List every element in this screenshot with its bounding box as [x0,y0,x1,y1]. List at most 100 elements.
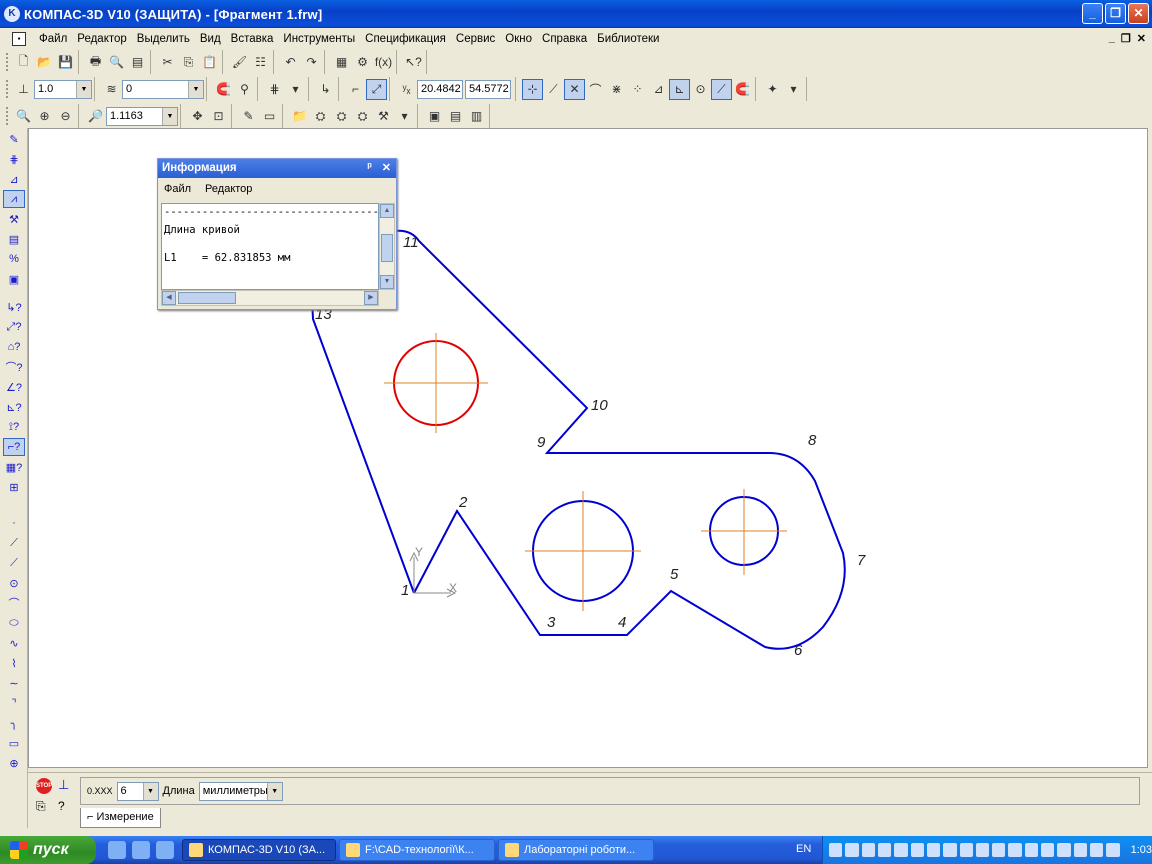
preview-icon[interactable]: ▤ [127,52,148,73]
spec-panel-icon[interactable]: ▣ [3,270,25,288]
tray-app15-icon[interactable] [1090,843,1104,857]
chevron-down-icon[interactable]: ▼ [188,80,203,98]
auto-create-icon[interactable]: ⊥ [58,777,69,793]
quicklaunch-browser-icon[interactable] [132,841,150,859]
tray-app-icon[interactable] [845,843,859,857]
chevron-down-icon[interactable]: ▾ [285,79,306,100]
tray-app13-icon[interactable] [1041,843,1055,857]
tray-app3-icon[interactable] [877,843,892,857]
auxiliary-line-icon[interactable]: ⟋ [3,534,25,552]
menu-libraries[interactable]: Библиотеки [592,33,664,45]
zoom-combo[interactable]: 1.1163 ▼ [106,106,178,126]
export-icon[interactable]: ▥ [466,106,487,127]
grid-icon[interactable]: ⋕ [264,79,285,100]
rectangle-icon[interactable]: ▭ [3,734,25,752]
vertical-scrollbar[interactable]: ▲ ▼ [379,203,395,290]
tray-app2-icon[interactable] [861,843,875,857]
measure-panel-icon[interactable]: ⩘ [3,190,25,208]
zoom-in-icon[interactable]: ⊕ [34,106,55,127]
clock[interactable]: 1:03 [1131,844,1152,856]
tray-app11-icon[interactable] [1008,843,1022,857]
mdi-close-button[interactable]: ✕ [1137,32,1146,45]
start-button[interactable]: пуск [0,836,96,864]
measure-length-icon[interactable]: ⟟? [3,418,25,436]
menu-specification[interactable]: Спецификация [360,33,451,45]
zoom-scale-icon[interactable]: 🔎 [85,106,106,127]
properties-icon[interactable]: ☷ [250,52,271,73]
info-menu-file[interactable]: Файл [164,183,191,195]
tray-network-icon[interactable] [829,843,843,857]
save-icon[interactable]: 💾 [55,52,76,73]
menu-insert[interactable]: Вставка [226,33,279,45]
tray-app14-icon[interactable] [1057,843,1071,857]
stop-icon[interactable]: STOP [36,778,52,794]
layers-icon[interactable]: ≋ [101,79,122,100]
tray-app12-icon[interactable] [1024,843,1039,857]
settings-icon[interactable]: ⚒ [373,106,394,127]
new-document-icon[interactable]: 🗋 [13,52,34,73]
manager-icon[interactable]: ▦ [331,52,352,73]
layer-manager-icon[interactable]: ⛭ [331,106,352,127]
snap-normal-icon[interactable]: ⊾ [669,78,690,100]
language-indicator[interactable]: EN [796,843,811,855]
info-close-icon[interactable]: ✕ [382,161,391,174]
fillet-icon[interactable]: ╮ [3,714,25,732]
snap-line-icon[interactable]: ⟋ [711,78,732,100]
copy-props-icon[interactable]: ⎘ [36,799,46,814]
tray-app6-icon[interactable] [926,843,941,857]
chevron-down-icon[interactable]: ▾ [783,79,804,100]
magnet-settings-icon[interactable]: ⚲ [234,79,255,100]
snap-tangent-icon[interactable]: ⌒ [585,79,606,100]
show-all-icon[interactable]: ▭ [259,106,280,127]
format-painter-icon[interactable]: 🖌 [229,52,250,73]
grid-panel-icon[interactable]: ⋕ [3,150,25,168]
vertical-scroll-thumb[interactable] [381,234,393,262]
refresh-icon[interactable]: ✎ [238,106,259,127]
redo-icon[interactable]: ↷ [301,52,322,73]
snap-point-icon[interactable]: ⊹ [522,78,543,100]
snap-intersection-icon[interactable]: ✕ [564,78,585,100]
snap-angle-icon[interactable]: ⊿ [648,79,669,100]
menu-tools[interactable]: Инструменты [278,33,360,45]
snap-grid-icon[interactable]: ⁘ [627,79,648,100]
print-preview-icon[interactable]: 🔍 [106,52,127,73]
spline-icon[interactable]: ∿ [3,634,25,652]
library-icon[interactable]: ⚙ [352,52,373,73]
arc-icon[interactable]: ⌒ [3,594,25,612]
paste-icon[interactable]: 📋 [199,52,220,73]
print-icon[interactable]: 🖶 [85,52,106,73]
snap-toggle-icon[interactable]: ⤢ [366,78,387,100]
chevron-down-icon[interactable]: ▾ [394,106,415,127]
tray-app5-icon[interactable] [910,843,924,857]
undo-icon[interactable]: ↶ [280,52,301,73]
step-icon[interactable]: ⊥ [13,79,34,100]
snap-center-icon[interactable]: ⊙ [690,79,711,100]
horizontal-scrollbar[interactable]: ◀ ▶ [161,290,379,306]
menu-editor[interactable]: Редактор [72,33,132,45]
variables-icon[interactable]: f(x) [373,52,394,73]
task-folder[interactable]: F:\CAD-технології\К... [339,839,495,861]
menu-select[interactable]: Выделить [132,33,195,45]
menu-service[interactable]: Сервис [451,33,500,45]
ortho-icon[interactable]: ⌐ [345,79,366,100]
measure-curve-length-icon[interactable]: ⌐? [3,438,25,456]
minimize-button[interactable]: _ [1082,3,1103,24]
edit-panel-icon[interactable]: ⚒ [3,210,25,228]
precision-combo[interactable]: 6 ▼ [116,781,159,801]
open-folder-icon[interactable]: 📂 [34,52,55,73]
snap-magnet-icon[interactable]: 🧲 [732,79,753,100]
mdi-restore-button[interactable]: ❐ [1121,32,1131,45]
copy-icon[interactable]: ⎘ [178,52,199,73]
menu-view[interactable]: Вид [195,33,226,45]
zoom-out-icon[interactable]: ⊖ [55,106,76,127]
snap-extra-icon[interactable]: ✦ [762,79,783,100]
info-text-area[interactable]: ----------------------------------------… [161,203,379,290]
mdi-minimize-button[interactable]: _ [1109,32,1115,45]
help-icon[interactable]: ? [58,799,65,813]
magnet-icon[interactable]: 🧲 [213,79,234,100]
coord-x-field[interactable]: 20.4842 [417,79,463,99]
scroll-up-icon[interactable]: ▲ [380,204,394,218]
coord-y-field[interactable]: 54.5772 [465,79,511,99]
cut-icon[interactable]: ✂ [157,52,178,73]
measure-arc-icon[interactable]: ⌒? [3,358,25,376]
